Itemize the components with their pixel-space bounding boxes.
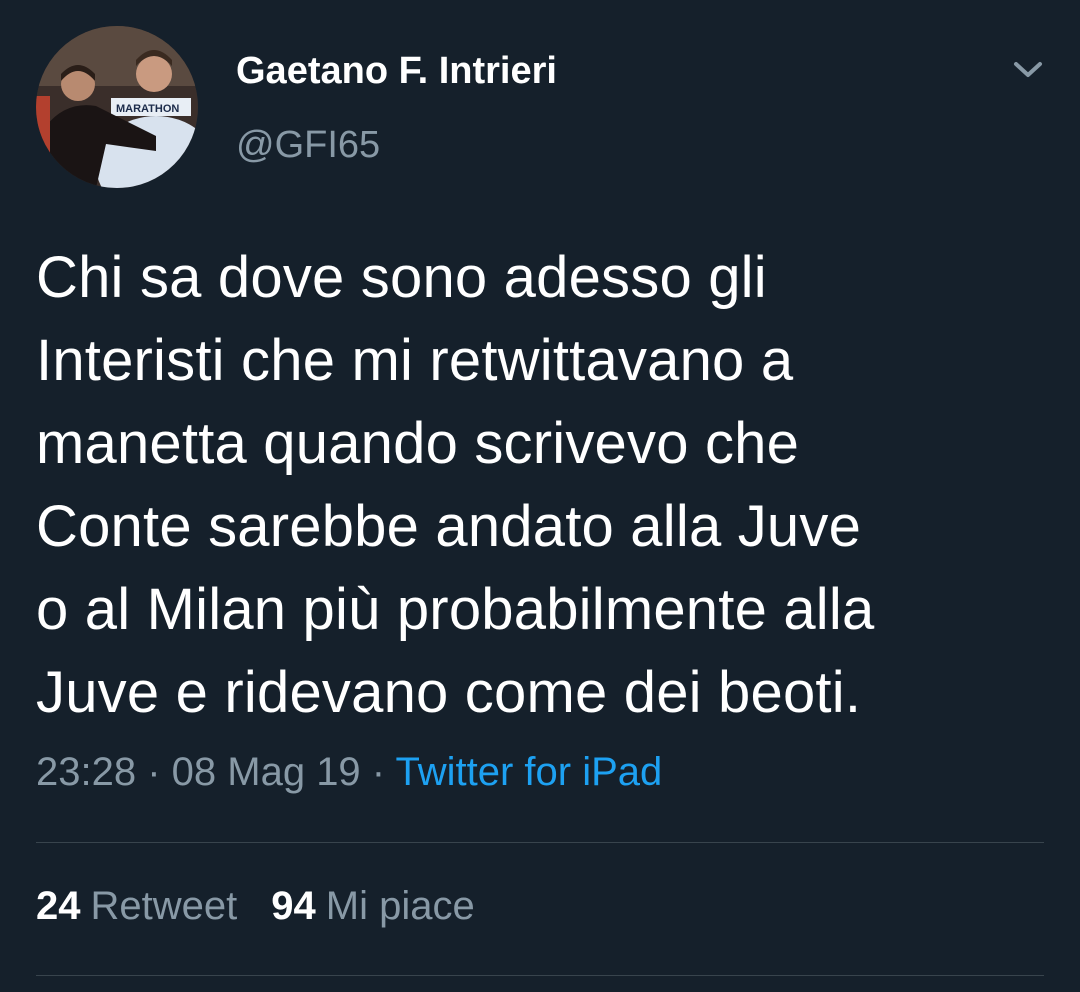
divider (36, 975, 1044, 976)
tweet-stats: 24 Retweet 94 Mi piace (36, 884, 509, 929)
likes-stat[interactable]: 94 Mi piace (271, 884, 474, 929)
tweet-date[interactable]: 08 Mag 19 (172, 750, 361, 794)
meta-separator: · (360, 750, 396, 794)
likes-count: 94 (271, 884, 316, 928)
tweet-detail: MARATHON Gaetano F. Intrieri @GFI65 Chi … (0, 0, 1080, 992)
profile-photo-icon: MARATHON (36, 26, 198, 188)
tweet-source-link[interactable]: Twitter for iPad (396, 750, 663, 794)
author-name[interactable]: Gaetano F. Intrieri (236, 50, 557, 93)
tweet-text: Chi sa dove sono adesso gli Interisti ch… (36, 245, 875, 725)
tweet-time[interactable]: 23:28 (36, 750, 136, 794)
divider (36, 842, 1044, 843)
retweets-stat[interactable]: 24 Retweet (36, 884, 237, 929)
meta-separator: · (136, 750, 172, 794)
tweet-meta: 23:28 · 08 Mag 19 · Twitter for iPad (36, 750, 662, 795)
likes-label: Mi piace (325, 884, 475, 928)
retweets-count: 24 (36, 884, 81, 928)
svg-text:MARATHON: MARATHON (116, 103, 179, 115)
chevron-down-icon[interactable] (1010, 56, 1046, 84)
retweets-label: Retweet (90, 884, 238, 928)
avatar[interactable]: MARATHON (36, 26, 198, 188)
author-handle[interactable]: @GFI65 (236, 124, 380, 167)
